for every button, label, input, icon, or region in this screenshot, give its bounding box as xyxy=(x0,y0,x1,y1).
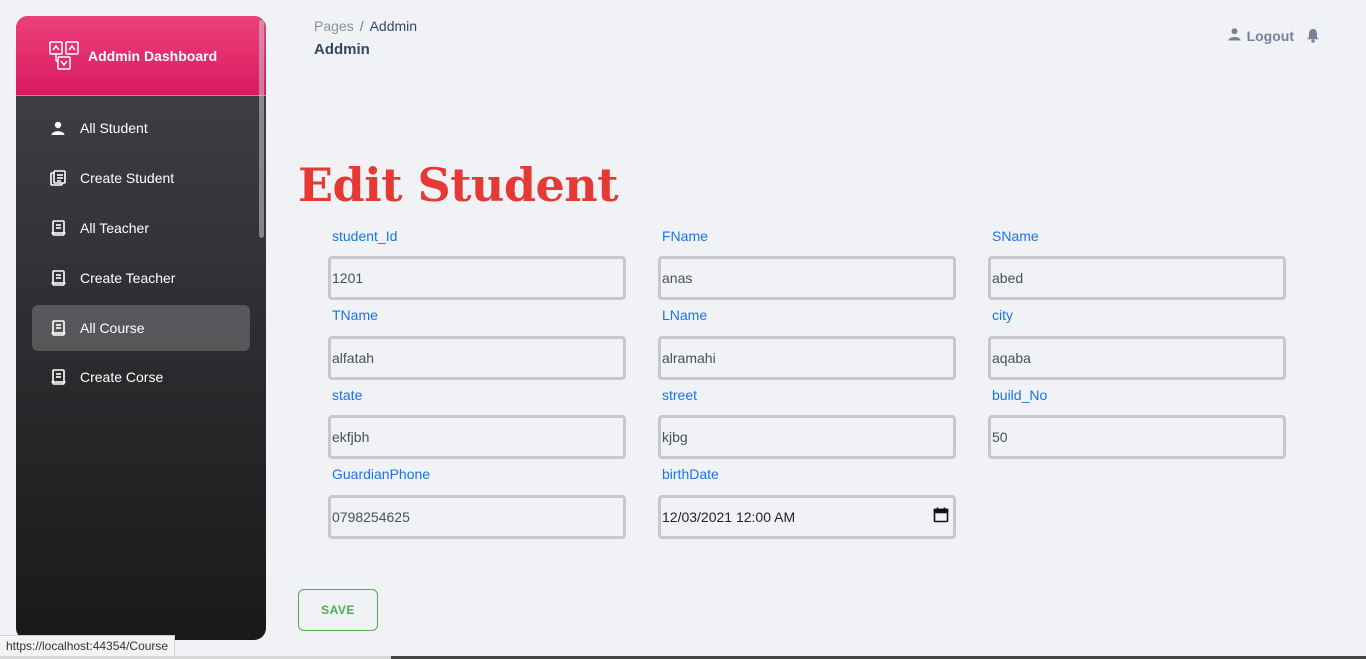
dashboard-logo-icon xyxy=(49,40,79,71)
guardian-phone-field[interactable] xyxy=(328,495,626,539)
form-icon xyxy=(50,170,66,186)
street-field[interactable] xyxy=(658,415,956,459)
person-icon xyxy=(1228,27,1241,44)
build-no-label: build_No xyxy=(992,387,1048,403)
breadcrumb: Pages / Addmin xyxy=(314,18,417,34)
sidebar-item-label: Create Teacher xyxy=(80,270,176,286)
birth-date-label: birthDate xyxy=(662,466,719,482)
guardian-phone-label: GuardianPhone xyxy=(332,466,431,482)
state-field[interactable] xyxy=(328,415,626,459)
sname-field[interactable] xyxy=(988,256,1286,300)
sidebar-item-label: Create Corse xyxy=(80,369,164,385)
sidebar-brand[interactable]: Addmin Dashboard xyxy=(16,16,266,96)
sidebar-scrollbar[interactable] xyxy=(259,20,264,238)
student-id-label: student_Id xyxy=(332,228,398,244)
sidebar-item-all-course[interactable]: All Course xyxy=(32,305,250,351)
logout-button[interactable]: Logout xyxy=(1228,27,1294,44)
sidebar-item-label: Create Student xyxy=(80,170,175,186)
state-label: state xyxy=(332,387,363,403)
breadcrumb-current: Addmin xyxy=(369,18,418,34)
lname-label: LName xyxy=(662,307,708,323)
sidebar-item-label: All Teacher xyxy=(80,220,150,236)
tname-label: TName xyxy=(332,307,378,323)
build-no-field[interactable] xyxy=(988,415,1286,459)
lname-field[interactable] xyxy=(658,336,956,380)
brand-title: Addmin Dashboard xyxy=(88,47,218,64)
sidebar-item-label: All Student xyxy=(80,120,148,136)
page-title: Addmin xyxy=(314,41,370,58)
student-id-field[interactable] xyxy=(328,256,626,300)
street-label: street xyxy=(662,387,698,403)
receipt-icon xyxy=(50,270,66,286)
tname-field[interactable] xyxy=(328,336,626,380)
sidebar: Addmin Dashboard All Student Create Stud… xyxy=(16,16,266,640)
sname-label: SName xyxy=(992,228,1039,244)
fname-field[interactable] xyxy=(658,256,956,300)
sidebar-item-all-student[interactable]: All Student xyxy=(32,105,250,151)
sidebar-item-label: All Course xyxy=(80,320,145,336)
receipt-icon xyxy=(50,369,66,385)
sidebar-item-all-teacher[interactable]: All Teacher xyxy=(32,205,250,251)
save-button[interactable]: SAVE xyxy=(298,589,378,631)
sidebar-item-create-teacher[interactable]: Create Teacher xyxy=(32,255,250,301)
person-icon xyxy=(50,120,66,136)
receipt-icon xyxy=(50,220,66,236)
form-heading: Edit Student xyxy=(298,158,619,212)
status-bar-url: https://localhost:44354/Course xyxy=(0,635,176,656)
sidebar-item-create-student[interactable]: Create Student xyxy=(32,155,250,201)
bell-icon[interactable] xyxy=(1306,28,1320,43)
sidebar-item-create-corse[interactable]: Create Corse xyxy=(32,354,250,400)
city-label: city xyxy=(992,307,1013,323)
city-field[interactable] xyxy=(988,336,1286,380)
breadcrumb-separator: / xyxy=(359,18,364,34)
fname-label: FName xyxy=(662,228,708,244)
breadcrumb-root-link[interactable]: Pages xyxy=(314,18,354,34)
calendar-icon[interactable] xyxy=(933,507,949,526)
header-actions: Logout xyxy=(1228,27,1320,44)
birth-date-field[interactable]: 12/03/2021 12:00 AM xyxy=(658,495,956,539)
receipt-icon xyxy=(50,320,66,336)
logout-label: Logout xyxy=(1246,27,1294,44)
birth-date-value: 12/03/2021 12:00 AM xyxy=(662,509,796,525)
